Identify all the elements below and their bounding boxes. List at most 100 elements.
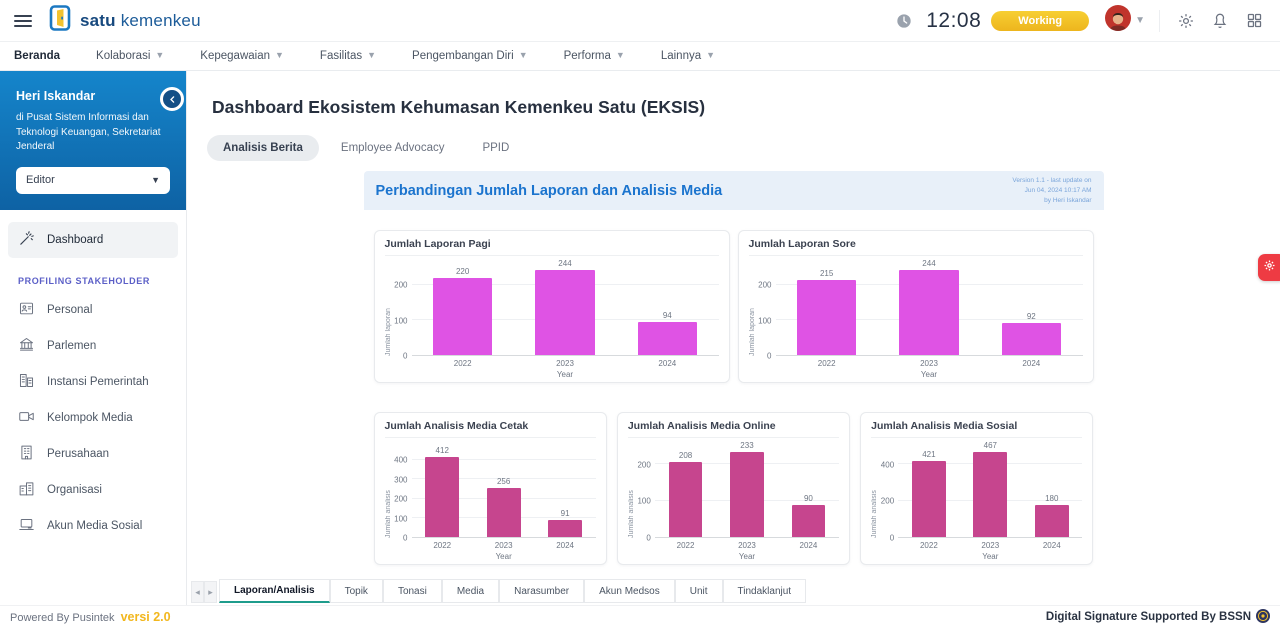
- x-axis-tick: 2022: [412, 356, 514, 368]
- chart-section-title: Perbandingan Jumlah Laporan dan Analisis…: [376, 183, 723, 199]
- bar-2024: 92: [1002, 323, 1061, 355]
- clock-icon: [892, 9, 916, 33]
- x-axis-tick: 2023: [960, 538, 1021, 550]
- nav-item-label: Fasilitas: [320, 50, 362, 62]
- nav-item-beranda[interactable]: Beranda: [14, 50, 60, 62]
- nav-item-fasilitas[interactable]: Fasilitas ▼: [320, 50, 376, 62]
- y-axis-tick: 100: [394, 316, 407, 325]
- sidebar-section-label: PROFILING STAKEHOLDER: [18, 276, 168, 286]
- bar-2024: 180: [1035, 505, 1069, 538]
- floating-settings-button[interactable]: [1258, 254, 1280, 281]
- hamburger-menu-icon[interactable]: [14, 15, 32, 27]
- bottom-tab-strip: ◂ ▸ Laporan/AnalisisTopikTonasiMediaNara…: [191, 579, 1280, 603]
- bottom-tab-akun-medsos[interactable]: Akun Medsos: [584, 579, 675, 603]
- sidebar-item-perusahaan[interactable]: Perusahaan: [8, 436, 178, 472]
- tab-scroll-left-icon[interactable]: ◂: [191, 581, 204, 603]
- charts-row-laporan: Jumlah Laporan PagiJumlah laporan0100200…: [364, 230, 1104, 383]
- apps-grid-icon[interactable]: [1242, 9, 1266, 33]
- gear-icon[interactable]: [1174, 9, 1198, 33]
- bar-value-label: 233: [740, 441, 753, 450]
- sidebar-item-dashboard[interactable]: Dashboard: [8, 222, 178, 258]
- bar-2022: 215: [797, 280, 856, 355]
- bar-group-2022: 421: [898, 446, 959, 537]
- sidebar-item-parlemen[interactable]: Parlemen: [8, 328, 178, 364]
- chevron-down-icon: ▼: [616, 50, 625, 60]
- sidebar-collapse-button[interactable]: [160, 87, 184, 111]
- user-menu[interactable]: ▼: [1105, 5, 1145, 36]
- tab-ppid[interactable]: PPID: [466, 135, 525, 161]
- bottom-tab-topik[interactable]: Topik: [330, 579, 383, 603]
- status-badge[interactable]: Working: [991, 11, 1089, 31]
- sidebar: Heri Iskandar di Pusat Sistem Informasi …: [0, 71, 187, 605]
- role-select[interactable]: Editor ▼: [16, 167, 170, 194]
- id-card-icon: [18, 300, 35, 320]
- nav-item-lainnya[interactable]: Lainnya▼: [661, 50, 715, 62]
- chevron-down-icon: ▼: [519, 50, 528, 60]
- y-axis-label: Jumlah analisis: [871, 446, 878, 538]
- chevron-down-icon: ▼: [367, 50, 376, 60]
- sidebar-item-label: Instansi Pemerintah: [47, 376, 149, 388]
- chevron-down-icon[interactable]: ▼: [1135, 15, 1145, 26]
- bssn-emblem-icon: [1256, 609, 1270, 626]
- sidebar-item-kelompok-media[interactable]: Kelompok Media: [8, 400, 178, 436]
- plot-area: 41225691: [412, 446, 596, 538]
- x-axis-tick: 2023: [514, 356, 616, 368]
- tab-analisis-berita[interactable]: Analisis Berita: [207, 135, 319, 161]
- sidebar-item-organisasi[interactable]: Organisasi: [8, 472, 178, 508]
- magic-wand-icon: [18, 230, 35, 250]
- bar-2024: 91: [548, 520, 582, 538]
- bar-2022: 421: [912, 461, 946, 538]
- nav-item-pengembangan-diri[interactable]: Pengembangan Diri▼: [412, 50, 528, 62]
- bottom-tab-tonasi[interactable]: Tonasi: [383, 579, 442, 603]
- avatar[interactable]: [1105, 5, 1131, 36]
- plot-area: 22024494: [412, 264, 719, 356]
- buildings-icon: [18, 372, 35, 392]
- nav-item-kepegawaian[interactable]: Kepegawaian▼: [200, 50, 284, 62]
- brand-text: satu kemenkeu: [80, 11, 201, 31]
- chevron-down-icon: ▼: [275, 50, 284, 60]
- bottom-tab-laporan-analisis[interactable]: Laporan/Analisis: [219, 579, 330, 603]
- bell-icon[interactable]: [1208, 9, 1232, 33]
- plot-area: 20823390: [655, 446, 839, 538]
- y-axis-tick: 400: [881, 460, 894, 469]
- nav-item-label: Lainnya: [661, 50, 701, 62]
- y-axis-tick: 200: [394, 281, 407, 290]
- tab-employee-advocacy[interactable]: Employee Advocacy: [325, 135, 461, 161]
- bar-value-label: 467: [984, 441, 997, 450]
- chart-title: Jumlah Analisis Media Sosial: [871, 420, 1082, 438]
- x-axis-tick: 2024: [980, 356, 1082, 368]
- sidebar-item-personal[interactable]: Personal: [8, 292, 178, 328]
- y-axis-tick: 100: [758, 316, 771, 325]
- nav-item-performa[interactable]: Performa▼: [564, 50, 625, 62]
- y-axis-tick: 0: [403, 534, 407, 543]
- sidebar-item-label: Parlemen: [47, 340, 96, 352]
- y-axis-label: Jumlah analisis: [385, 446, 392, 538]
- plot-area: 21524492: [776, 264, 1083, 356]
- bottom-tab-unit[interactable]: Unit: [675, 579, 723, 603]
- bottom-tab-tindaklanjut[interactable]: Tindaklanjut: [723, 579, 807, 603]
- bar-group-2023: 233: [716, 446, 777, 537]
- sidebar-item-instansi-pemerintah[interactable]: Instansi Pemerintah: [8, 364, 178, 400]
- bar-2023: 244: [535, 270, 594, 355]
- x-axis-tick: 2024: [534, 538, 595, 550]
- divider: [1159, 10, 1160, 32]
- nav-item-kolaborasi[interactable]: Kolaborasi▼: [96, 50, 164, 62]
- embedded-dashboard: Perbandingan Jumlah Laporan dan Analisis…: [364, 171, 1104, 565]
- tab-scroll-right-icon[interactable]: ▸: [204, 581, 217, 603]
- y-axis-tick: 200: [394, 495, 407, 504]
- main-content: Dashboard Ekosistem Kehumasan Kemenkeu S…: [187, 71, 1280, 605]
- bar-value-label: 244: [558, 259, 571, 268]
- sidebar-item-akun-media-sosial[interactable]: Akun Media Sosial: [8, 508, 178, 544]
- top-bar: satu kemenkeu 12:08 Working ▼: [0, 0, 1280, 42]
- bar-2024: 94: [638, 322, 697, 355]
- x-axis-tick: 2024: [778, 538, 839, 550]
- y-axis-label: Jumlah laporan: [749, 264, 756, 356]
- chevron-down-icon: ▼: [155, 50, 164, 60]
- bottom-tab-narasumber[interactable]: Narasumber: [499, 579, 584, 603]
- bottom-tab-media[interactable]: Media: [442, 579, 499, 603]
- bar-value-label: 208: [679, 451, 692, 460]
- x-axis-tick: 2022: [412, 538, 473, 550]
- x-axis-tick: 2024: [1021, 538, 1082, 550]
- app-logo[interactable]: satu kemenkeu: [48, 4, 201, 37]
- x-axis-tick: 2024: [616, 356, 718, 368]
